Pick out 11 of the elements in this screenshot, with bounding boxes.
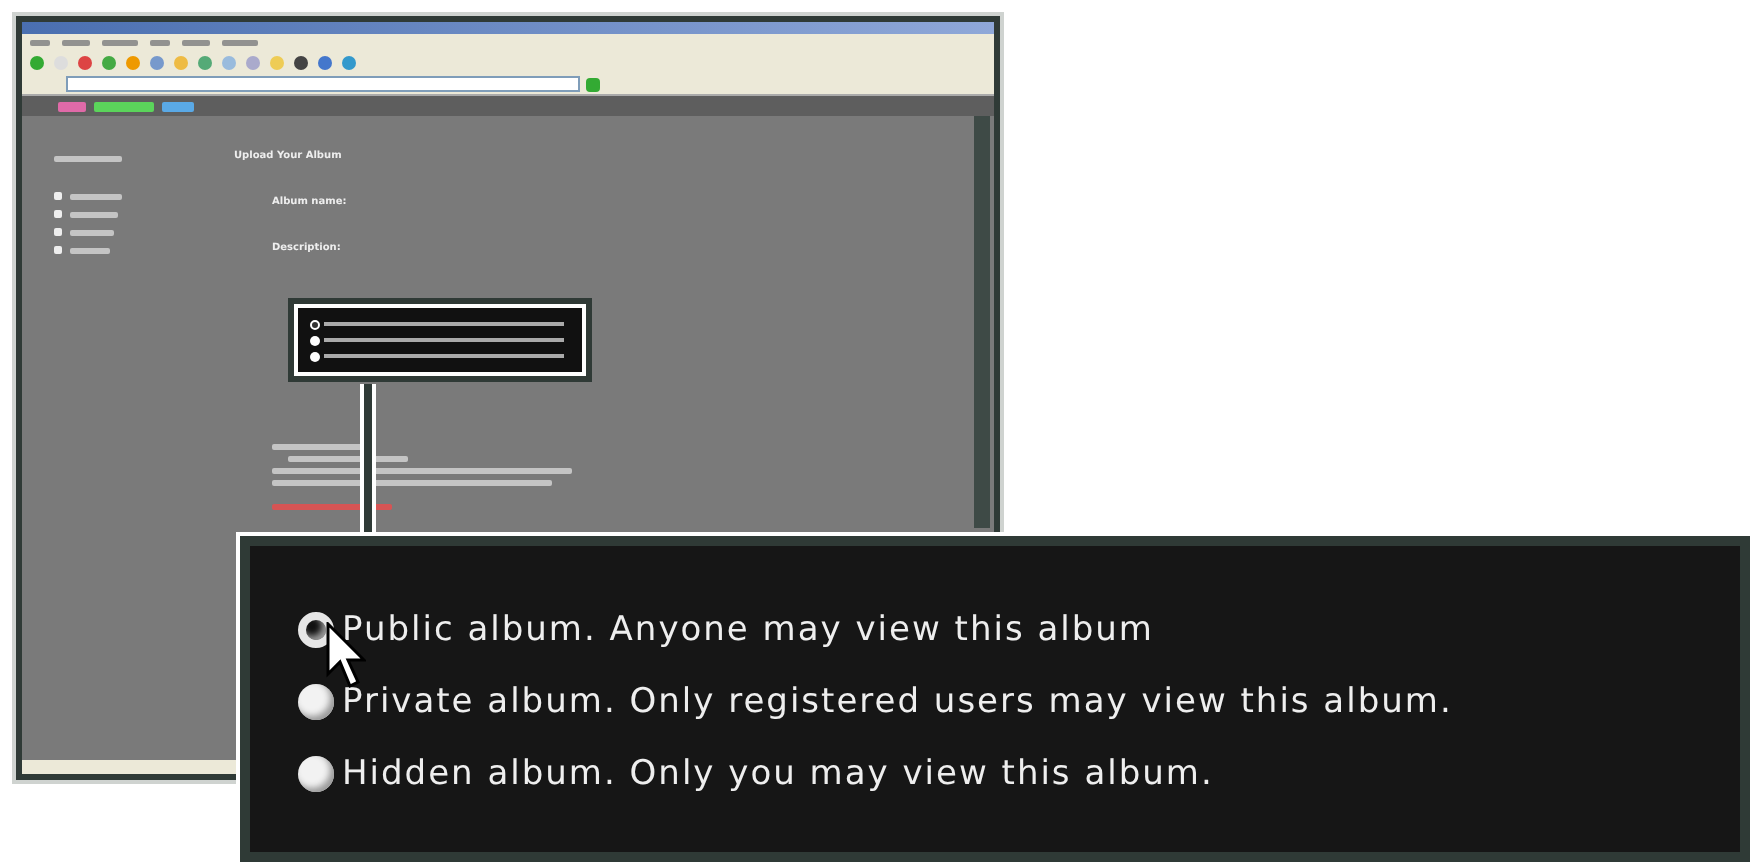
nav-tab[interactable]: [162, 101, 194, 111]
radio-label: Private album. Only registered users may view this album.: [342, 682, 1453, 722]
radio-label: Hidden album. Only you may view this album.: [342, 754, 1214, 794]
nav-tab[interactable]: [94, 101, 154, 111]
nav-tab[interactable]: [58, 101, 86, 111]
address-field[interactable]: [66, 76, 580, 92]
radio-button[interactable]: [298, 756, 334, 792]
radio-label: Public album. Anyone may view this album: [342, 610, 1154, 650]
go-button[interactable]: [586, 77, 600, 91]
scrollbar[interactable]: [974, 116, 990, 528]
radio-button[interactable]: [298, 684, 334, 720]
